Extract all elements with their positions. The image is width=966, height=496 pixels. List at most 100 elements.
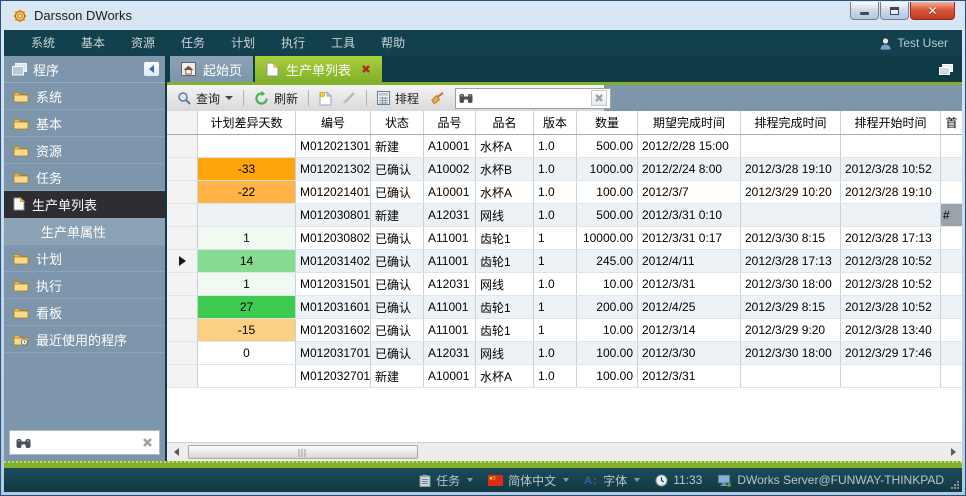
cell-extra [941,365,962,387]
user-badge[interactable]: Test User [879,36,948,50]
cell-expected: 2012/3/30 [638,342,741,364]
schedule-button[interactable]: 排程 [373,88,423,109]
column-header[interactable]: 编号 [296,111,371,134]
menu-item[interactable]: 工具 [318,30,368,56]
schedule-label: 排程 [395,90,419,107]
cell-part_name: 水杯A [476,365,534,387]
close-button[interactable]: ✕ [910,2,955,20]
column-header[interactable]: 计划差异天数 [198,111,296,134]
sidebar-item[interactable]: 系统 [4,83,165,110]
tab-list-icon[interactable] [939,64,953,75]
sidebar-item[interactable]: 基本 [4,110,165,137]
menu-item[interactable]: 基本 [68,30,118,56]
sidebar-item[interactable]: 最近使用的程序 [4,326,165,353]
cell-status: 新建 [371,365,424,387]
cell-qty: 200.00 [577,296,638,318]
cell-sched_finish: 2012/3/29 9:20 [741,319,841,341]
cell-status: 已确认 [371,319,424,341]
cell-extra: # [941,204,962,226]
tab-production-order-list[interactable]: 生产单列表 [255,56,382,82]
collapse-left-icon[interactable] [143,61,160,77]
sidebar-search-input[interactable] [35,431,138,454]
column-header[interactable]: 排程开始时间 [841,111,941,134]
menu-item[interactable]: 系统 [18,30,68,56]
cell-expected: 2012/4/11 [638,250,741,272]
table-row[interactable]: M012021301新建A10001水杯A1.0500.002012/2/28 … [167,135,962,158]
table-row[interactable]: 0M012031701已确认A12031网线1.0100.002012/3/30… [167,342,962,365]
new-document-button[interactable] [315,89,336,108]
sidebar-item[interactable]: 执行 [4,272,165,299]
table-row[interactable]: M012030801新建A12031网线1.0500.002012/3/31 0… [167,204,962,227]
clear-search-icon[interactable] [591,90,607,106]
menu-item[interactable]: 执行 [268,30,318,56]
menu-bar: 系统基本资源任务计划执行工具帮助 Test User [4,30,962,56]
sidebar-item[interactable]: 生产单列表 [4,191,165,218]
maximize-button[interactable] [880,2,909,20]
column-header[interactable]: 首 [941,111,962,134]
current-row-arrow-icon [179,256,186,266]
scroll-right-arrow-icon[interactable] [944,443,962,461]
folder-icon [13,252,29,265]
sidebar-item[interactable]: 看板 [4,299,165,326]
cell-version: 1 [534,227,577,249]
cell-code: M012031402 [296,250,371,272]
clear-search-icon[interactable] [142,437,153,448]
cell-status: 已确认 [371,158,424,180]
toolbar-row: 查询 刷新 [167,85,962,111]
folder-icon [13,90,29,103]
status-item[interactable]: A:字体 [584,472,640,489]
refresh-button[interactable]: 刷新 [250,88,302,109]
cell-status: 已确认 [371,296,424,318]
table-row[interactable]: M012032701新建A10001水杯A1.0100.002012/3/31 [167,365,962,388]
minimize-button[interactable] [850,2,879,20]
cell-sched_start: 2012/3/28 19:10 [841,181,941,203]
close-tab-icon[interactable] [361,64,371,74]
cell-part_no: A11001 [424,296,476,318]
clock-icon [655,474,668,487]
folder-icon [13,171,29,184]
column-header[interactable]: 状态 [371,111,424,134]
cell-sched_finish [741,135,841,157]
cell-qty: 500.00 [577,204,638,226]
scroll-left-arrow-icon[interactable] [167,443,185,461]
clean-broom-button[interactable] [425,89,448,107]
column-header[interactable]: 排程完成时间 [741,111,841,134]
resize-grip[interactable] [950,480,959,489]
menu-item[interactable]: 帮助 [368,30,418,56]
toolbar-search-input[interactable] [476,89,588,108]
column-header[interactable]: 数量 [577,111,638,134]
edit-pencil-button[interactable] [338,89,360,107]
menu-item[interactable]: 资源 [118,30,168,56]
cell-expected: 2012/3/7 [638,181,741,203]
sidebar-item[interactable]: 生产单属性 [4,218,165,245]
cell-qty: 100.00 [577,181,638,203]
menu-item[interactable]: 任务 [168,30,218,56]
cell-version: 1.0 [534,158,577,180]
sidebar-item[interactable]: 计划 [4,245,165,272]
horizontal-scrollbar[interactable] [167,442,962,461]
cell-status: 已确认 [371,273,424,295]
column-header[interactable]: 版本 [534,111,577,134]
column-header[interactable]: 品名 [476,111,534,134]
table-row[interactable]: 27M012031601已确认A11001齿轮11200.002012/4/25… [167,296,962,319]
query-button[interactable]: 查询 [173,88,237,109]
scrollbar-thumb[interactable] [188,445,418,459]
table-row[interactable]: 14M012031402已确认A11001齿轮11245.002012/4/11… [167,250,962,273]
menu-item[interactable]: 计划 [218,30,268,56]
table-row[interactable]: -15M012031602已确认A11001齿轮1110.002012/3/14… [167,319,962,342]
tab-start-page[interactable]: 起始页 [170,56,253,82]
cell-diff: 1 [198,227,296,249]
sidebar-item[interactable]: 资源 [4,137,165,164]
toolbar: 查询 刷新 [167,85,604,111]
table-row[interactable]: 1M012030802已确认A11001齿轮1110000.002012/3/3… [167,227,962,250]
status-item[interactable]: 简体中文 [488,472,569,489]
table-row[interactable]: -33M012021302已确认A10002水杯B1.01000.002012/… [167,158,962,181]
sidebar-item[interactable]: 任务 [4,164,165,191]
table-row[interactable]: 1M012031501已确认A12031网线1.010.002012/3/312… [167,273,962,296]
column-header[interactable]: 品号 [424,111,476,134]
status-item[interactable]: 任务 [419,472,473,489]
column-header[interactable]: 期望完成时间 [638,111,741,134]
home-icon [181,62,196,76]
table-row[interactable]: -22M012021401已确认A10001水杯A1.0100.002012/3… [167,181,962,204]
document-icon [13,197,25,211]
